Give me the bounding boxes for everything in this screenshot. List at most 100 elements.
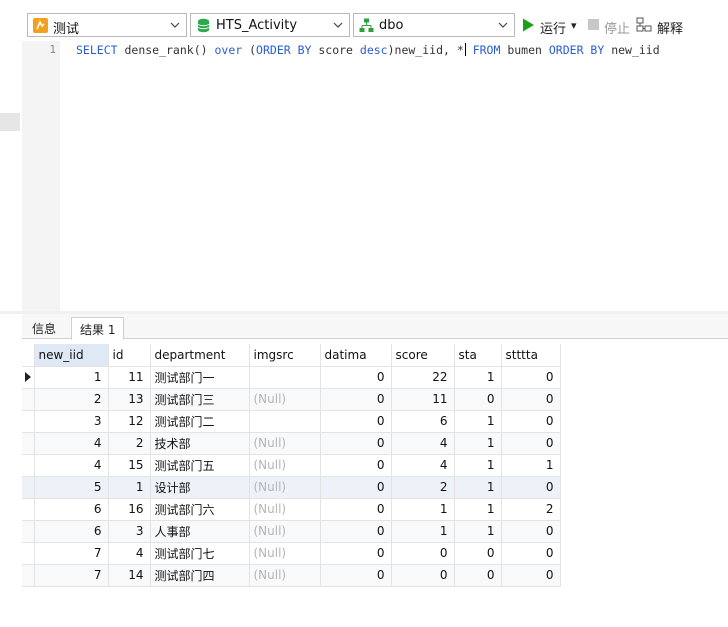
cell-datima[interactable]: 0 <box>320 564 392 587</box>
cell-score[interactable]: 0 <box>391 564 455 587</box>
cell-score[interactable]: 4 <box>391 454 455 477</box>
row-indicator[interactable] <box>22 410 35 433</box>
column-header-department[interactable]: department <box>150 344 250 367</box>
cell-department[interactable]: 设计部 <box>150 476 250 499</box>
tab-info[interactable]: 信息 <box>24 317 64 339</box>
cell-score[interactable]: 4 <box>391 432 455 455</box>
cell-sta[interactable]: 1 <box>454 410 502 433</box>
cell-datima[interactable]: 0 <box>320 476 392 499</box>
cell-sta[interactable]: 0 <box>454 542 502 565</box>
stop-button[interactable]: 停止 <box>586 16 632 37</box>
table-row[interactable]: 4 2 技术部 (Null) 0 4 1 0 <box>22 432 561 455</box>
cell-imgsrc[interactable]: (Null) <box>249 476 321 499</box>
cell-sta[interactable]: 1 <box>454 520 502 543</box>
cell-imgsrc[interactable]: (Null) <box>249 432 321 455</box>
cell-id[interactable]: 1 <box>108 476 151 499</box>
cell-department[interactable]: 测试部门七 <box>150 542 250 565</box>
cell-new-iid[interactable]: 7 <box>34 564 109 587</box>
table-row[interactable]: 5 1 设计部 (Null) 0 2 1 0 <box>22 476 561 499</box>
cell-new-iid[interactable]: 2 <box>34 388 109 411</box>
cell-id[interactable]: 3 <box>108 520 151 543</box>
cell-datima[interactable]: 0 <box>320 388 392 411</box>
cell-new-iid[interactable]: 4 <box>34 432 109 455</box>
row-indicator[interactable] <box>22 432 35 455</box>
sql-code-line[interactable]: SELECT dense_rank() over (ORDER BY score… <box>76 43 660 57</box>
cell-department[interactable]: 测试部门六 <box>150 498 250 521</box>
cell-new-iid[interactable]: 5 <box>34 476 109 499</box>
cell-stttta[interactable]: 0 <box>501 542 561 565</box>
cell-stttta[interactable]: 0 <box>501 388 561 411</box>
cell-id[interactable]: 4 <box>108 542 151 565</box>
row-indicator[interactable] <box>22 498 35 521</box>
row-indicator[interactable] <box>22 564 35 587</box>
cell-datima[interactable]: 0 <box>320 498 392 521</box>
sql-editor[interactable]: 1 SELECT dense_rank() over (ORDER BY sco… <box>22 41 728 311</box>
cell-datima[interactable]: 0 <box>320 454 392 477</box>
cell-stttta[interactable]: 0 <box>501 410 561 433</box>
run-button[interactable]: 运行 ▾ <box>520 16 582 37</box>
cell-imgsrc[interactable] <box>249 410 321 433</box>
table-row[interactable]: 7 14 测试部门四 (Null) 0 0 0 0 <box>22 564 561 587</box>
cell-new-iid[interactable]: 4 <box>34 454 109 477</box>
table-row[interactable]: 6 3 人事部 (Null) 0 1 1 0 <box>22 520 561 543</box>
cell-imgsrc[interactable] <box>249 366 321 389</box>
cell-stttta[interactable]: 1 <box>501 454 561 477</box>
explain-button[interactable]: 解释 <box>636 16 692 37</box>
column-header-score[interactable]: score <box>391 344 455 367</box>
cell-id[interactable]: 2 <box>108 432 151 455</box>
cell-score[interactable]: 0 <box>391 542 455 565</box>
cell-sta[interactable]: 1 <box>454 498 502 521</box>
cell-department[interactable]: 人事部 <box>150 520 250 543</box>
cell-imgsrc[interactable]: (Null) <box>249 388 321 411</box>
row-indicator[interactable] <box>22 476 35 499</box>
cell-sta[interactable]: 0 <box>454 388 502 411</box>
row-indicator[interactable] <box>22 520 35 543</box>
table-row[interactable]: 1 11 测试部门一 0 22 1 0 <box>22 366 561 389</box>
cell-new-iid[interactable]: 6 <box>34 520 109 543</box>
cell-datima[interactable]: 0 <box>320 366 392 389</box>
database-select[interactable]: HTS_Activity <box>190 13 350 37</box>
column-header-imgsrc[interactable]: imgsrc <box>249 344 321 367</box>
cell-stttta[interactable]: 0 <box>501 520 561 543</box>
cell-department[interactable]: 测试部门一 <box>150 366 250 389</box>
column-header-stttta[interactable]: stttta <box>501 344 561 367</box>
row-indicator[interactable] <box>22 388 35 411</box>
table-row[interactable]: 4 15 测试部门五 (Null) 0 4 1 1 <box>22 454 561 477</box>
cell-id[interactable]: 13 <box>108 388 151 411</box>
cell-id[interactable]: 12 <box>108 410 151 433</box>
cell-sta[interactable]: 1 <box>454 366 502 389</box>
table-row[interactable]: 7 4 测试部门七 (Null) 0 0 0 0 <box>22 542 561 565</box>
cell-id[interactable]: 16 <box>108 498 151 521</box>
cell-imgsrc[interactable]: (Null) <box>249 454 321 477</box>
schema-select[interactable]: dbo <box>353 13 515 37</box>
column-header-id[interactable]: id <box>108 344 151 367</box>
cell-new-iid[interactable]: 3 <box>34 410 109 433</box>
cell-score[interactable]: 1 <box>391 520 455 543</box>
cell-sta[interactable]: 1 <box>454 432 502 455</box>
cell-imgsrc[interactable]: (Null) <box>249 498 321 521</box>
cell-sta[interactable]: 1 <box>454 454 502 477</box>
cell-sta[interactable]: 1 <box>454 476 502 499</box>
cell-new-iid[interactable]: 6 <box>34 498 109 521</box>
cell-imgsrc[interactable]: (Null) <box>249 520 321 543</box>
cell-stttta[interactable]: 2 <box>501 498 561 521</box>
cell-department[interactable]: 测试部门三 <box>150 388 250 411</box>
table-row[interactable]: 3 12 测试部门二 0 6 1 0 <box>22 410 561 433</box>
cell-new-iid[interactable]: 7 <box>34 542 109 565</box>
cell-datima[interactable]: 0 <box>320 410 392 433</box>
cell-score[interactable]: 22 <box>391 366 455 389</box>
cell-datima[interactable]: 0 <box>320 542 392 565</box>
cell-department[interactable]: 测试部门五 <box>150 454 250 477</box>
cell-datima[interactable]: 0 <box>320 432 392 455</box>
cell-imgsrc[interactable]: (Null) <box>249 564 321 587</box>
cell-department[interactable]: 测试部门二 <box>150 410 250 433</box>
column-header-sta[interactable]: sta <box>454 344 502 367</box>
cell-stttta[interactable]: 0 <box>501 432 561 455</box>
cell-id[interactable]: 15 <box>108 454 151 477</box>
row-indicator[interactable] <box>22 454 35 477</box>
table-row[interactable]: 6 16 测试部门六 (Null) 0 1 1 2 <box>22 498 561 521</box>
column-header-new-iid[interactable]: new_iid <box>34 344 109 367</box>
cell-id[interactable]: 11 <box>108 366 151 389</box>
cell-score[interactable]: 6 <box>391 410 455 433</box>
cell-score[interactable]: 11 <box>391 388 455 411</box>
